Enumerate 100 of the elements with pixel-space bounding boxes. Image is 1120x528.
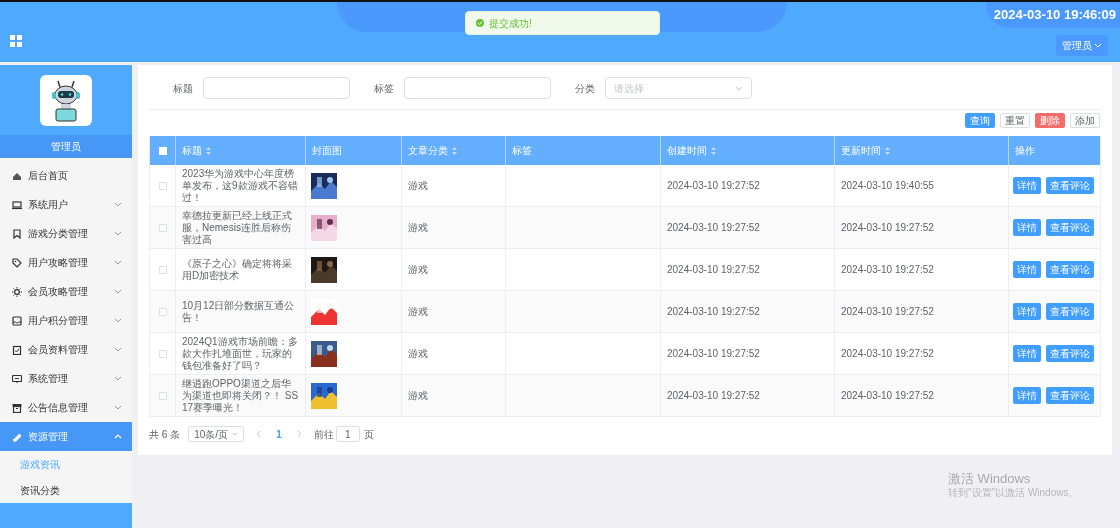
table-cell-text: 10月12日部分数据互通公告！ (182, 299, 296, 324)
table-cell-text: 2024-03-10 19:40:55 (841, 179, 934, 193)
table-cell-text: 游戏 (408, 389, 428, 403)
message-icon (12, 373, 22, 384)
row-action-button[interactable]: 查看评论 (1046, 177, 1094, 194)
clipboard-icon (12, 344, 22, 355)
sidebar-item[interactable]: 公告信息管理 (0, 393, 132, 422)
table-cell-text: 2024-03-10 19:27:52 (667, 221, 760, 235)
sidebar-item-label: 会员资料管理 (28, 343, 89, 357)
grid-icon[interactable] (10, 35, 22, 47)
chevron-icon (114, 201, 122, 208)
row-action-button[interactable]: 详情 (1013, 261, 1041, 278)
action-button[interactable]: 删除 (1035, 113, 1065, 128)
sidebar-item[interactable]: 会员资料管理 (0, 335, 132, 364)
check-circle-icon (476, 19, 484, 27)
home-icon (12, 170, 22, 181)
table-cell: 继逍跑OPPO渠道之后华为渠道也即将关闭？！ SS17赛季曝光！ (182, 377, 299, 414)
sidebar-item[interactable]: 会员攻略管理 (0, 277, 132, 306)
row-action-button[interactable]: 查看评论 (1046, 303, 1094, 320)
bandage-icon (12, 431, 22, 442)
chevron-icon (114, 375, 122, 382)
sidebar-item-label: 游戏分类管理 (28, 227, 89, 241)
toast-message: 提交成功! (489, 16, 532, 31)
sidebar-item[interactable]: 用户攻略管理 (0, 248, 132, 277)
sidebar-item-label: 用户积分管理 (28, 314, 89, 328)
action-button[interactable]: 查询 (965, 113, 995, 128)
sidebar-item[interactable]: 后台首页 (0, 161, 132, 190)
user-menu[interactable]: 管理员 (1056, 35, 1108, 56)
sidebar-item[interactable]: 系统管理 (0, 364, 132, 393)
table-cell-text: 游戏 (408, 305, 428, 319)
table-cell-text: 游戏 (408, 263, 428, 277)
role-label: 管理员 (51, 139, 81, 154)
row-checkbox[interactable] (158, 223, 167, 232)
row-action-button[interactable]: 查看评论 (1046, 387, 1094, 404)
table-cell-text: 游戏 (408, 221, 428, 235)
chevron-icon (114, 346, 122, 353)
page-size-select[interactable]: 10条/页 (188, 426, 245, 442)
submenu-item[interactable]: 游戏资讯 (0, 451, 132, 477)
activation-title: 激活 Windows (948, 471, 1032, 487)
page-number[interactable]: 1 (270, 426, 288, 442)
next-page-icon[interactable] (295, 430, 302, 438)
row-action-button[interactable]: 查看评论 (1046, 345, 1094, 362)
chevron-icon (735, 84, 743, 92)
sidebar-item-label: 资源管理 (28, 430, 69, 444)
row-checkbox[interactable] (158, 391, 167, 400)
column-header[interactable]: 操作 (1009, 136, 1100, 165)
action-button[interactable]: 重置 (1000, 113, 1030, 128)
chevron-icon (114, 230, 122, 237)
submenu-item[interactable]: 资讯分类 (0, 477, 132, 503)
row-action-button[interactable]: 详情 (1013, 177, 1041, 194)
row-action-button[interactable]: 查看评论 (1046, 219, 1094, 236)
sidebar-item-label: 系统用户 (28, 198, 69, 212)
table-cell-text: 2024-03-10 19:27:52 (841, 263, 934, 277)
row-action-button[interactable]: 查看评论 (1046, 261, 1094, 278)
table-cell-text: 游戏 (408, 179, 428, 193)
sidebar-item-label: 公告信息管理 (28, 401, 89, 415)
table-cell-text: 2024-03-10 19:27:52 (841, 347, 934, 361)
table-cell-text: 游戏 (408, 347, 428, 361)
table-cell-text: 2024-03-10 19:27:52 (667, 389, 760, 403)
sidebar-item-label: 后台首页 (28, 169, 69, 183)
table-cell-text: 2024-03-10 19:27:52 (667, 305, 760, 319)
sidebar-item[interactable]: 游戏分类管理 (0, 219, 132, 248)
table-cell-text: 2024-03-10 19:27:52 (841, 221, 934, 235)
chevron-icon (114, 433, 122, 440)
select-all-checkbox[interactable] (158, 146, 167, 155)
sidebar-item-label: 会员攻略管理 (28, 285, 89, 299)
row-action-button[interactable]: 详情 (1013, 303, 1041, 320)
chevron-icon (114, 259, 122, 266)
sidebar-item-label: 用户攻略管理 (28, 256, 89, 270)
table-cell-text: 2024-03-10 19:27:52 (667, 347, 760, 361)
table-cell-text: 《原子之心》确定将将采用D加密技术 (182, 257, 293, 282)
sidebar-item[interactable]: 资源管理 (0, 422, 132, 451)
table-cell-text: 幸德拉更新已经上线正式服，Nemesis连胜后称伤害过高 (182, 209, 293, 246)
action-button[interactable]: 添加 (1070, 113, 1100, 128)
row-action-button[interactable]: 详情 (1013, 345, 1041, 362)
row-action-button[interactable]: 详情 (1013, 387, 1041, 404)
row-checkbox[interactable] (158, 265, 167, 274)
sun-icon (12, 286, 22, 297)
row-checkbox[interactable] (158, 307, 167, 316)
row-checkbox[interactable] (158, 181, 167, 190)
filter-label: 标签 (374, 81, 394, 96)
goto-label: 前往 (313, 427, 334, 442)
filter-label: 分类 (575, 81, 595, 96)
caret-icon (1094, 42, 1102, 49)
input-field[interactable] (404, 77, 551, 99)
table-cell-text: 2024-03-10 19:27:52 (667, 263, 760, 277)
sidebar-item[interactable]: 用户积分管理 (0, 306, 132, 335)
table-cell: 2023华为游戏中心年度榜单发布，这9款游戏不容错过！ (182, 167, 299, 204)
filter-label: 标题 (173, 81, 193, 96)
goto-suffix: 页 (363, 427, 374, 442)
page-input[interactable]: 1 (335, 426, 360, 442)
row-action-button[interactable]: 详情 (1013, 219, 1041, 236)
sort-icon (711, 146, 716, 155)
sort-icon (885, 146, 890, 155)
sidebar-item[interactable]: 系统用户 (0, 190, 132, 219)
row-checkbox[interactable] (158, 349, 167, 358)
chevron-icon (232, 431, 239, 437)
input-field[interactable] (203, 77, 350, 99)
sort-icon (452, 146, 457, 155)
prev-page-icon[interactable] (256, 430, 263, 438)
